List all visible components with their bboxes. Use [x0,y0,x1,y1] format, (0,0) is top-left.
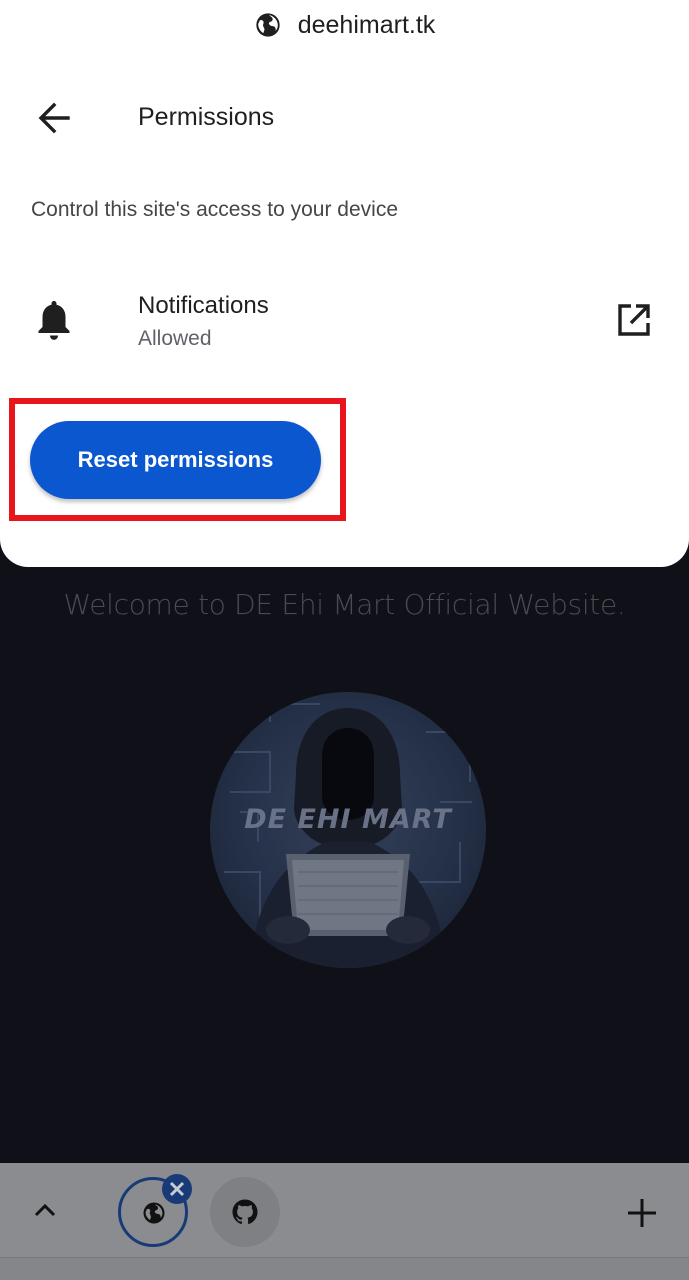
tab-strip [0,1163,689,1257]
github-icon [232,1199,258,1225]
permission-label: Notifications [138,292,269,319]
close-icon [169,1181,185,1197]
permissions-sheet: deehimart.tk Permissions Control this si… [0,0,689,567]
bell-icon [38,301,70,340]
close-tab-button[interactable] [162,1174,192,1204]
tab-github[interactable] [210,1177,280,1247]
site-logo: DE EHI MART [210,692,486,968]
site-domain: deehimart.tk [297,10,436,39]
back-button[interactable] [34,98,74,138]
reset-permissions-button[interactable]: Reset permissions [30,421,321,499]
logo-text: DE EHI MART [244,804,452,835]
globe-icon [143,1202,165,1224]
page-title: Permissions [138,103,275,131]
plus-icon[interactable] [624,1195,660,1231]
welcome-text: Welcome to DE Ehi Mart Official Website. [63,588,626,621]
site-header: deehimart.tk [0,6,689,44]
page: Welcome to DE Ehi Mart Official Website. [0,0,689,1280]
globe-icon [256,13,280,37]
open-external-icon[interactable] [614,300,654,340]
chevron-up-icon[interactable] [30,1195,60,1225]
permissions-description: Control this site's access to your devic… [31,198,398,221]
permission-status: Allowed [138,327,212,350]
tab-strip-bottom-edge [0,1257,689,1280]
arrow-left-icon [38,102,70,134]
permission-row-notifications[interactable]: Notifications Allowed [0,278,689,368]
